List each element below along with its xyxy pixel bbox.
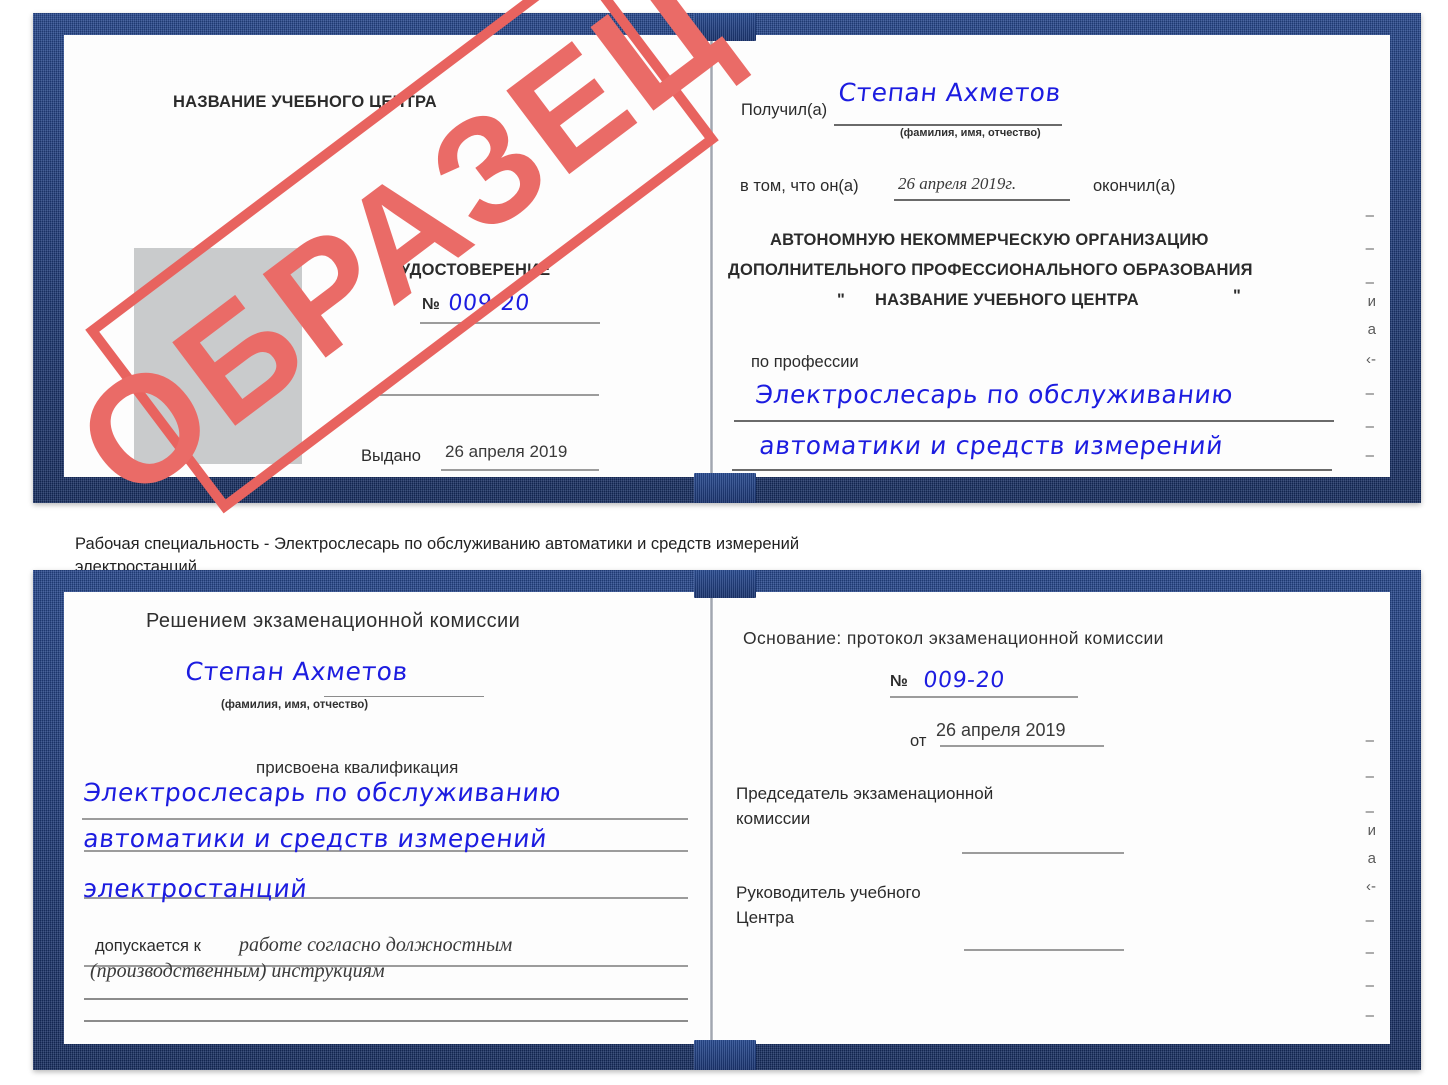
profession-line-2: автоматики и средств измерений — [758, 431, 1225, 460]
qualification-line-3: электростанций — [82, 874, 309, 903]
protocol-number-value: 009-20 — [922, 668, 1007, 693]
org-name: НАЗВАНИЕ УЧЕБНОГО ЦЕНТРА — [875, 291, 1139, 309]
basis-label: Основание: протокол экзаменационной коми… — [743, 628, 1164, 648]
margin-glyph-4: и — [1367, 293, 1376, 310]
chairman-line-2: комиссии — [736, 809, 811, 828]
qualification-label: присвоена квалификация — [256, 758, 459, 777]
issued-value: 26 апреля 2019 — [445, 442, 568, 461]
margin-glyph-b4: и — [1367, 822, 1376, 839]
caption-line-1: Рабочая специальность - Электрослесарь п… — [75, 535, 800, 553]
admitted-label: допускается к — [95, 937, 201, 955]
certificate-bottom: Решением экзаменационной комиссии Степан… — [33, 570, 1421, 1070]
head-signature-rule — [964, 949, 1124, 951]
margin-glyph-5: а — [1367, 321, 1376, 338]
margin-glyph-b10: – — [1365, 1007, 1374, 1024]
issued-rule — [441, 469, 599, 471]
admitted-rule-1 — [84, 998, 688, 1000]
training-center-heading: НАЗВАНИЕ УЧЕБНОГО ЦЕНТРА — [173, 93, 437, 111]
decision-name-hint: (фамилия, имя, отчество) — [221, 699, 369, 711]
certificate-number-label: № — [422, 296, 440, 313]
decision-name-rule — [324, 696, 484, 698]
commission-decision-heading: Решением экзаменационной комиссии — [146, 610, 521, 632]
certificate-top-pages: НАЗВАНИЕ УЧЕБНОГО ЦЕНТРА УДОСТОВЕРЕНИЕ №… — [64, 35, 1390, 477]
profession-label: по профессии — [751, 353, 859, 371]
margin-glyph-b1: – — [1365, 732, 1374, 749]
received-name-value: Степан Ахметов — [837, 78, 1063, 107]
margin-glyph-3: – — [1365, 274, 1374, 291]
spine-tab-bottom-upper — [694, 570, 756, 598]
qualification-line-2: автоматики и средств измерений — [82, 824, 549, 853]
org-quote-close: " — [1233, 287, 1242, 305]
margin-glyph-b9: – — [1365, 977, 1374, 994]
book-spine-bottom — [710, 592, 713, 1044]
certificate-number-rule — [420, 322, 600, 324]
spine-tab-top-lower — [694, 473, 756, 503]
bottom-right-page: Основание: протокол экзаменационной коми… — [714, 592, 1390, 1044]
admitted-line-1: работе согласно должностным — [239, 934, 513, 956]
spine-tab-top-upper — [694, 13, 756, 41]
margin-glyph-b6: ‹- — [1366, 878, 1376, 895]
margin-glyph-8: – — [1365, 418, 1374, 435]
protocol-date-label: от — [910, 732, 927, 750]
margin-glyph-9: – — [1365, 447, 1374, 464]
completed-date-rule — [894, 199, 1070, 201]
qualification-rule-1a — [82, 818, 688, 820]
chairman-line-1: Председатель экзаменационной — [736, 784, 994, 803]
top-left-page: НАЗВАНИЕ УЧЕБНОГО ЦЕНТРА УДОСТОВЕРЕНИЕ №… — [64, 35, 709, 477]
margin-glyph-b5: а — [1367, 850, 1376, 867]
certificate-bottom-pages: Решением экзаменационной комиссии Степан… — [64, 592, 1390, 1044]
margin-glyph-6: ‹- — [1366, 351, 1376, 368]
certificate-top: НАЗВАНИЕ УЧЕБНОГО ЦЕНТРА УДОСТОВЕРЕНИЕ №… — [33, 13, 1421, 503]
protocol-date-rule — [940, 745, 1104, 747]
margin-glyph-b2: – — [1365, 768, 1374, 785]
received-rule — [834, 124, 1062, 126]
margin-glyph-10: – — [1366, 475, 1374, 477]
blank-rule-1 — [380, 394, 599, 396]
margin-glyph-b3: – — [1365, 803, 1374, 820]
certificate-number-value: 009-20 — [447, 291, 532, 316]
name-hint: (фамилия, имя, отчество) — [900, 127, 1041, 139]
in-that-label: в том, что он(а) — [740, 177, 859, 195]
profession-line-1: Электрослесарь по обслуживанию — [754, 380, 1235, 409]
protocol-date-value: 26 апреля 2019 — [936, 720, 1066, 740]
margin-glyph-1: – — [1365, 207, 1374, 224]
margin-glyph-b8: – — [1365, 944, 1374, 961]
admitted-line-2: (производственным) инструкциям — [90, 960, 385, 982]
completed-date-value: 26 апреля 2019г. — [898, 174, 1017, 193]
graduated-label: окончил(а) — [1093, 177, 1176, 195]
profession-rule-2 — [732, 469, 1332, 471]
head-line-1: Руководитель учебного — [736, 883, 921, 902]
margin-glyph-2: – — [1365, 240, 1374, 257]
received-label: Получил(а) — [741, 101, 828, 119]
profession-rule-1 — [734, 420, 1334, 422]
org-line-2: ДОПОЛНИТЕЛЬНОГО ПРОФЕССИОНАЛЬНОГО ОБРАЗО… — [728, 261, 1253, 279]
qualification-line-1: Электрослесарь по обслуживанию — [82, 778, 563, 807]
photo-placeholder — [134, 248, 302, 464]
admitted-rule-2 — [84, 1020, 688, 1022]
bottom-left-page: Решением экзаменационной комиссии Степан… — [64, 592, 709, 1044]
top-right-page: Получил(а) Степан Ахметов (фамилия, имя,… — [714, 35, 1390, 477]
book-spine-top — [710, 35, 713, 477]
protocol-number-rule — [890, 696, 1078, 698]
margin-glyph-7: – — [1365, 385, 1374, 402]
issued-label: Выдано — [361, 447, 421, 465]
certificate-title: УДОСТОВЕРЕНИЕ — [400, 261, 551, 279]
chairman-signature-rule — [962, 852, 1124, 854]
spine-tab-bottom-lower — [694, 1040, 756, 1070]
org-quote-open: " — [837, 291, 846, 309]
margin-glyph-b7: – — [1365, 912, 1374, 929]
head-line-2: Центра — [736, 908, 795, 927]
protocol-number-label: № — [890, 673, 908, 690]
org-line-1: АВТОНОМНУЮ НЕКОММЕРЧЕСКУЮ ОРГАНИЗАЦИЮ — [770, 231, 1209, 249]
decision-name-value: Степан Ахметов — [184, 657, 410, 686]
